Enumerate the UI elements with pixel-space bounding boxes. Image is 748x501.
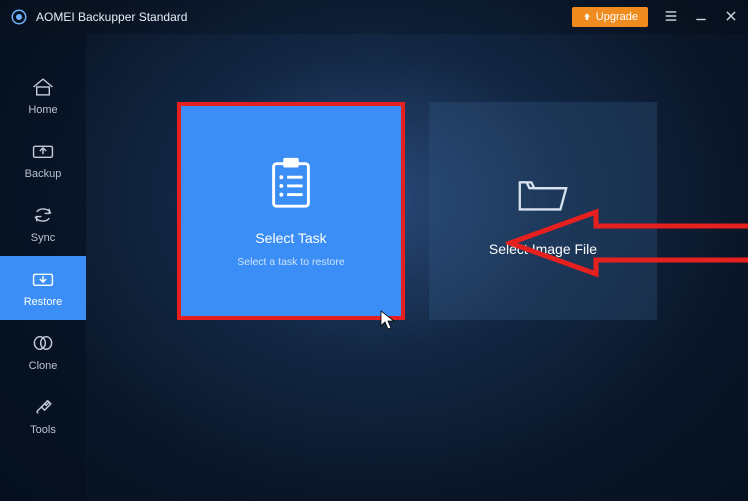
sidebar-item-label: Tools	[30, 424, 56, 436]
sidebar-item-tools[interactable]: Tools	[0, 384, 86, 448]
select-task-title: Select Task	[255, 230, 326, 246]
folder-icon	[514, 165, 572, 223]
upgrade-label: Upgrade	[596, 11, 638, 23]
titlebar: AOMEI Backupper Standard Upgrade	[0, 0, 748, 34]
upgrade-button[interactable]: Upgrade	[572, 7, 648, 27]
sidebar-item-label: Clone	[29, 360, 58, 372]
backup-icon	[30, 140, 56, 162]
select-image-title: Select Image File	[489, 241, 597, 257]
app-title: AOMEI Backupper Standard	[36, 10, 572, 24]
tools-icon	[30, 396, 56, 418]
home-icon	[30, 76, 56, 98]
sidebar-item-sync[interactable]: Sync	[0, 192, 86, 256]
sync-icon	[30, 204, 56, 226]
sidebar-item-label: Backup	[25, 168, 62, 180]
sidebar-item-backup[interactable]: Backup	[0, 128, 86, 192]
clone-icon	[30, 332, 56, 354]
sidebar-item-home[interactable]: Home	[0, 64, 86, 128]
select-task-card[interactable]: Select Task Select a task to restore	[177, 102, 405, 320]
minimize-icon[interactable]	[694, 9, 708, 26]
sidebar-item-label: Restore	[24, 296, 63, 308]
upgrade-icon	[582, 12, 592, 22]
menu-icon[interactable]	[664, 9, 678, 26]
sidebar-item-label: Home	[28, 104, 57, 116]
sidebar-item-restore[interactable]: Restore	[0, 256, 86, 320]
restore-icon	[30, 268, 56, 290]
main: Home Backup Sync Restore Clone	[0, 34, 748, 501]
titlebar-actions	[664, 9, 738, 26]
app-logo-icon	[10, 8, 28, 26]
content: Select Task Select a task to restore Sel…	[86, 34, 748, 501]
sidebar-item-clone[interactable]: Clone	[0, 320, 86, 384]
sidebar: Home Backup Sync Restore Clone	[0, 34, 86, 501]
select-task-subtitle: Select a task to restore	[237, 256, 344, 268]
sidebar-item-label: Sync	[31, 232, 55, 244]
clipboard-icon	[262, 154, 320, 212]
close-icon[interactable]	[724, 9, 738, 26]
select-image-card[interactable]: Select Image File	[429, 102, 657, 320]
